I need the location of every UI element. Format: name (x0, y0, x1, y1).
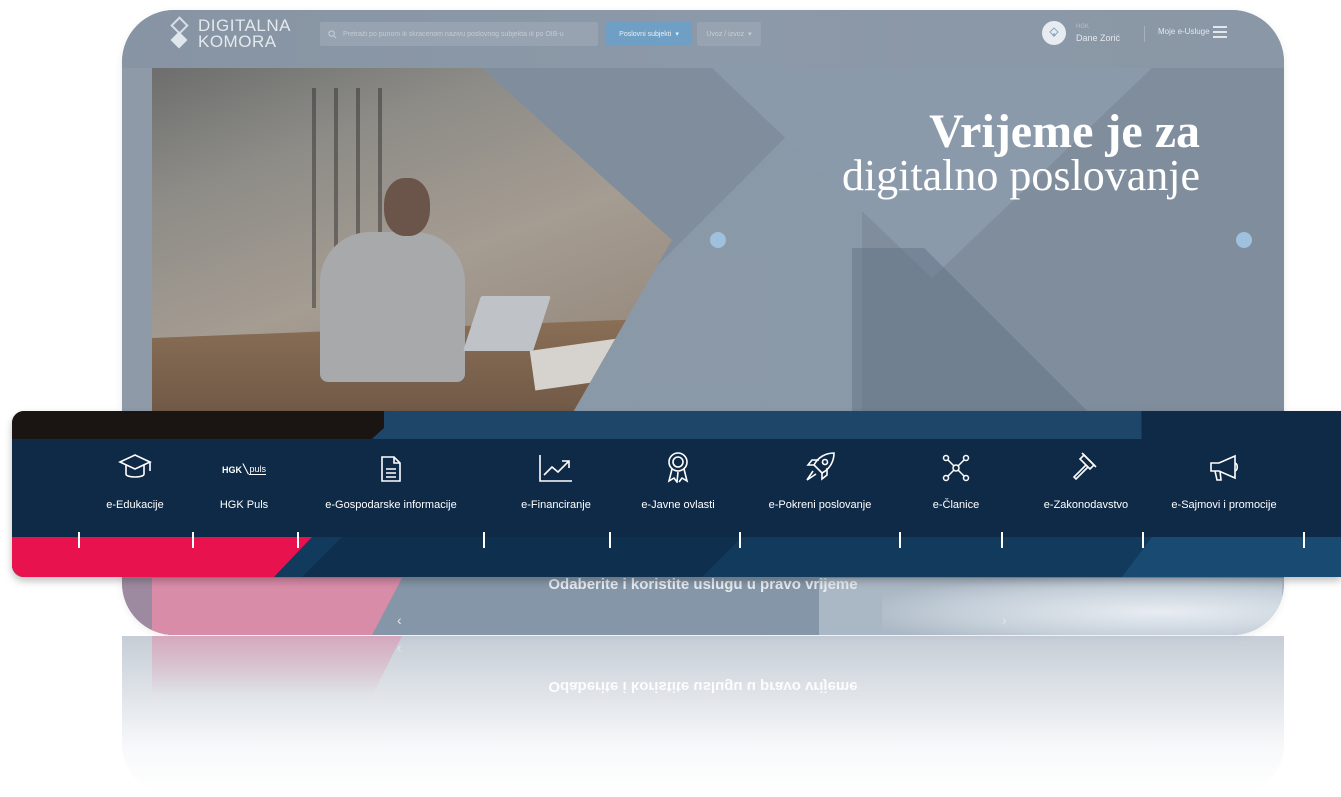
gavel-icon (1072, 452, 1097, 481)
chevron-down-icon: ▾ (748, 31, 752, 38)
service-e-pokreni-poslovanje[interactable]: e-Pokreni poslovanje (745, 443, 895, 511)
user-org: HGK (1076, 24, 1090, 30)
tagline: Odaberite i koristite uslugu u pravo vri… (548, 576, 858, 593)
avatar (1042, 21, 1066, 45)
separator (739, 532, 741, 548)
service-e-sajmovi-i-promocije[interactable]: e-Sajmovi i promocije (1149, 443, 1299, 511)
header-divider (1144, 26, 1145, 42)
separator (899, 532, 901, 548)
service-label: e-Sajmovi i promocije (1171, 499, 1277, 511)
services-bar: e-Edukacije HGK ╲ puls HGK Puls e-Gospodar… (12, 411, 1341, 577)
service-e-javne-ovlasti[interactable]: e-Javne ovlasti (603, 443, 753, 511)
award-badge-icon (667, 452, 689, 483)
hgk-puls-logo: HGK ╲ puls (222, 464, 266, 475)
service-hgk-puls[interactable]: HGK ╲ puls HGK Puls (169, 443, 319, 511)
hero-headline-regular: digitalno poslovanje (841, 151, 1200, 200)
digitalna-komora-logo[interactable]: DIGITALNA KOMORA (170, 16, 291, 51)
user-name: Dane Zorić (1076, 33, 1121, 43)
search-box[interactable] (320, 22, 598, 46)
chevron-down-icon: ▾ (675, 31, 679, 38)
logo-text: DIGITALNA KOMORA (198, 17, 291, 51)
import-export-dropdown[interactable]: Uvoz / izvoz ▾ (697, 22, 761, 46)
carousel-prev-button[interactable]: ‹ (397, 612, 402, 628)
service-label: e-Članice (932, 499, 980, 511)
service-label: e-Financiranje (521, 499, 591, 511)
document-icon (381, 456, 401, 482)
separator (78, 532, 80, 548)
frame-reflection: ‹ Odaberite i koristite uslugu u pravo v… (122, 636, 1284, 796)
service-label: e-Javne ovlasti (641, 499, 715, 511)
carousel-next-button[interactable]: › (1002, 612, 1007, 628)
hamburger-menu-icon[interactable] (1213, 26, 1227, 38)
trend-chart-icon (539, 455, 572, 482)
separator (1142, 532, 1144, 548)
site-header: DIGITALNA KOMORA Poslovni subjekti ▾ Uvo… (122, 10, 1284, 68)
megaphone-icon (1210, 454, 1239, 481)
rocket-icon (806, 452, 835, 481)
hero-banner: Vrijeme je za digitalno poslovanje (152, 68, 1284, 414)
services-list: e-Edukacije HGK ╲ puls HGK Puls e-Gospodar… (12, 443, 1341, 548)
service-e-gospodarske-informacije[interactable]: e-Gospodarske informacije (316, 443, 466, 511)
separator (1001, 532, 1003, 548)
search-input[interactable] (343, 30, 593, 38)
separator (297, 532, 299, 548)
graduation-cap-icon (118, 454, 152, 478)
hero-dot-right (1236, 232, 1252, 248)
services-bar-top (12, 411, 1341, 439)
separator (483, 532, 485, 548)
logo-line-2: KOMORA (198, 32, 277, 51)
service-e-clanice[interactable]: e-Članice (881, 443, 1031, 511)
service-label: e-Edukacije (106, 499, 164, 511)
network-icon (942, 454, 970, 482)
service-label: e-Gospodarske informacije (325, 499, 457, 511)
services-bar-pink-shape (12, 537, 312, 577)
user-logo-icon (1049, 27, 1059, 37)
reflection-tagline: Odaberite i koristite uslugu u pravo vri… (548, 678, 858, 695)
hero-shape-lower (852, 248, 1282, 414)
separator (609, 532, 611, 548)
my-services-link[interactable]: Moje e-Usluge (1158, 27, 1210, 36)
search-scope-dropdown[interactable]: Poslovni subjekti ▾ (606, 22, 692, 46)
search-icon (328, 29, 337, 38)
service-e-zakonodavstvo[interactable]: e-Zakonodavstvo (1011, 443, 1161, 511)
hero-dot-left (710, 232, 726, 248)
service-label: e-Zakonodavstvo (1043, 499, 1129, 511)
search-scope-label: Poslovni subjekti (619, 30, 672, 38)
import-export-label: Uvoz / izvoz (706, 30, 745, 38)
separator (1303, 532, 1305, 548)
separator (192, 532, 194, 548)
logo-diamond-icon (170, 16, 190, 49)
service-label: HGK Puls (219, 499, 269, 511)
service-label: e-Pokreni poslovanje (768, 499, 872, 511)
stage: DIGITALNA KOMORA Poslovni subjekti ▾ Uvo… (0, 0, 1341, 797)
user-profile[interactable]: HGK Dane Zorić (1042, 21, 1120, 45)
